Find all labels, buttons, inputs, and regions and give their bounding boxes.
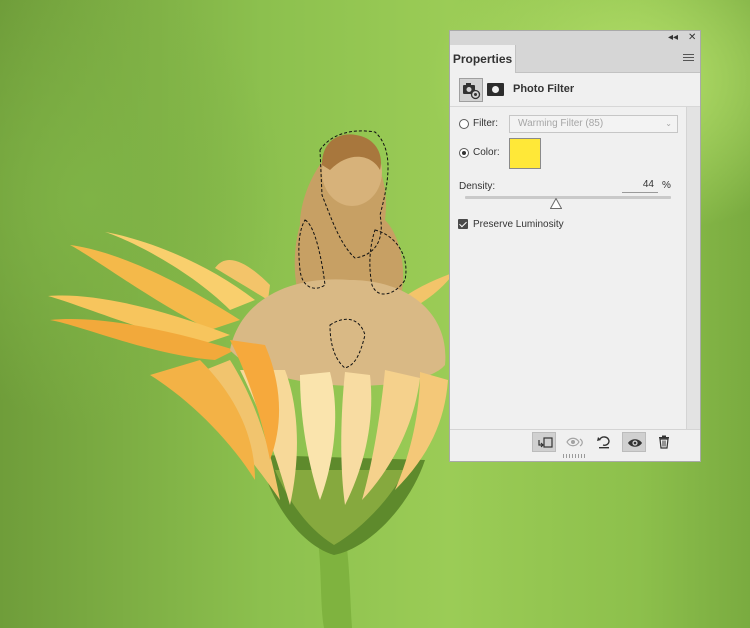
color-label: Color: bbox=[473, 147, 500, 158]
close-panel-button[interactable]: ✕ bbox=[688, 31, 696, 45]
density-label: Density: bbox=[459, 181, 496, 192]
panel-footer-toolbar bbox=[450, 429, 700, 454]
color-radio[interactable] bbox=[459, 148, 469, 158]
filter-dropdown-value: Warming Filter (85) bbox=[518, 118, 604, 129]
trash-icon bbox=[659, 435, 669, 449]
view-previous-state-icon bbox=[566, 437, 583, 447]
panel-scrollbar[interactable] bbox=[686, 107, 700, 429]
preserve-luminosity-label: Preserve Luminosity bbox=[473, 219, 564, 230]
hamburger-menu-icon[interactable] bbox=[683, 54, 694, 63]
reset-button[interactable] bbox=[592, 432, 616, 452]
adjustment-header: Photo Filter bbox=[450, 73, 700, 107]
layer-mask-icon[interactable] bbox=[487, 83, 504, 96]
chevron-down-icon: ⌄ bbox=[665, 119, 672, 128]
panel-tab-bar: Properties bbox=[450, 45, 700, 73]
tab-properties[interactable]: Properties bbox=[450, 45, 516, 73]
camera-adjustment-icon[interactable] bbox=[459, 78, 483, 102]
filter-radio[interactable] bbox=[459, 119, 469, 129]
filter-dropdown[interactable]: Warming Filter (85) ⌄ bbox=[509, 115, 678, 133]
clip-to-layer-button[interactable] bbox=[532, 432, 556, 452]
visibility-button[interactable] bbox=[622, 432, 646, 452]
density-slider-track[interactable] bbox=[465, 196, 671, 199]
view-previous-state-button[interactable] bbox=[562, 432, 586, 452]
properties-panel: ◂◂ ✕ Properties Photo Filter Filter: War… bbox=[449, 30, 701, 462]
panel-title-strip[interactable]: ◂◂ ✕ bbox=[450, 31, 700, 45]
properties-body: Filter: Warming Filter (85) ⌄ Color: Den… bbox=[450, 107, 686, 429]
preserve-luminosity-checkbox[interactable] bbox=[458, 219, 468, 229]
reset-icon bbox=[597, 436, 610, 449]
color-swatch[interactable] bbox=[509, 138, 541, 169]
panel-resize-grip[interactable] bbox=[563, 454, 585, 458]
collapse-panel-button[interactable]: ◂◂ bbox=[668, 31, 678, 45]
density-unit: % bbox=[662, 180, 671, 191]
visibility-eye-icon bbox=[628, 439, 642, 447]
density-input[interactable]: 44 bbox=[622, 179, 658, 193]
adjustment-title: Photo Filter bbox=[513, 83, 575, 95]
clip-to-layer-icon bbox=[538, 437, 553, 448]
filter-label: Filter: bbox=[473, 118, 498, 129]
delete-adjustment-button[interactable] bbox=[652, 432, 676, 452]
